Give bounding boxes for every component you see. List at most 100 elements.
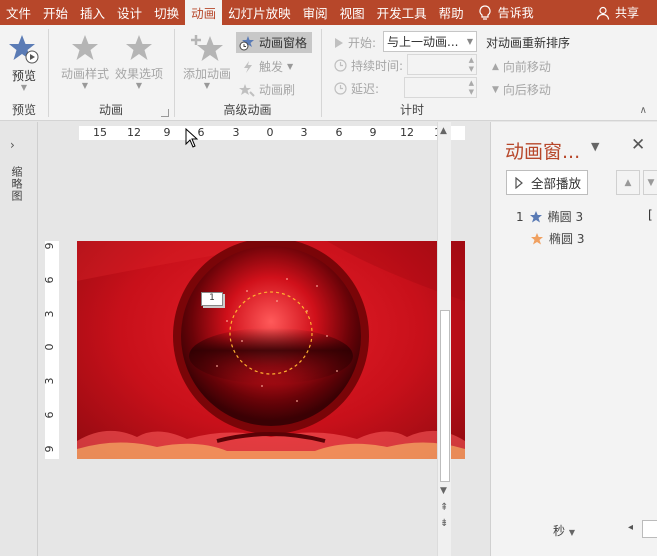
preview-button[interactable]: 预览 ▼ <box>6 33 42 92</box>
delay-field[interactable]: ▲ ▼ <box>404 77 477 98</box>
star-icon <box>531 232 543 244</box>
animation-list-item[interactable]: 1 椭圆 3 <box>516 208 583 225</box>
scroll-thumb[interactable] <box>440 310 450 482</box>
ruler-tick: 6 <box>43 276 56 284</box>
group-label-timing: 计时 <box>399 103 424 117</box>
play-icon <box>335 37 343 48</box>
menu-tab-bar: 文件 开始 插入 设计 切换 动画 幻灯片放映 审阅 视图 开发工具 帮助 告诉… <box>0 0 657 25</box>
ruler-tick: 9 <box>43 242 56 250</box>
play-all-label: 全部播放 <box>531 176 582 191</box>
effect-options-label: 效果选项 <box>115 67 164 81</box>
delay-label: 延迟: <box>334 80 379 97</box>
scroll-up-icon[interactable]: ▲ <box>440 126 447 136</box>
tab-slideshow[interactable]: 幻灯片放映 <box>222 0 297 25</box>
trigger-label: 触发 <box>259 60 284 74</box>
add-animation-button[interactable]: 添加动画 ▼ <box>183 33 231 90</box>
close-icon[interactable]: ✕ <box>631 135 645 155</box>
tab-design[interactable]: 设计 <box>111 0 148 25</box>
scroll-down-icon[interactable]: ▼ <box>440 486 447 496</box>
ruler-tick: 3 <box>43 377 56 385</box>
next-slide-icon[interactable]: ⇟ <box>440 518 448 529</box>
spinner-icon: ▲ ▼ <box>468 79 474 96</box>
collapse-ribbon-icon[interactable]: ∧ <box>640 105 647 116</box>
tab-developer[interactable]: 开发工具 <box>371 0 433 25</box>
preview-label: 预览 <box>11 69 36 83</box>
timeline-scrollbar[interactable] <box>642 520 657 538</box>
slide-artwork <box>77 241 465 459</box>
triangle-up-icon: ▲ <box>492 61 499 72</box>
start-select[interactable]: 与上一动画... ▼ <box>383 31 477 52</box>
tab-help[interactable]: 帮助 <box>433 0 470 25</box>
clock-icon <box>334 59 347 72</box>
star-icon <box>529 210 542 222</box>
ruler-tick: 12 <box>127 126 141 139</box>
thumbnail-pane-collapsed: › 缩略图 <box>0 122 38 556</box>
animation-pane: 动画窗... ▼ ✕ 全部播放 ▲ ▼ 1 椭圆 3 [ 椭圆 3 秒 ▼ ◂ <box>490 122 657 556</box>
tell-me-label: 告诉我 <box>497 6 534 20</box>
ruler-tick: 3 <box>232 126 240 139</box>
tab-home[interactable]: 开始 <box>37 0 74 25</box>
move-later-button[interactable]: ▼ 向后移动 <box>492 81 551 98</box>
animation-list-item[interactable]: 椭圆 3 <box>525 230 584 247</box>
animation-pane-footer: 秒 ▼ ◂ <box>491 520 657 540</box>
ribbon: 预览 ▼ 预览 动画样式 ▼ 效果选项 ▼ 动画 添加动画 ▼ 动画窗格 触发 … <box>0 25 657 121</box>
chevron-down-icon: ▼ <box>81 81 89 90</box>
thumbnail-label[interactable]: 缩略图 <box>8 166 24 202</box>
move-earlier-label: 向前移动 <box>502 60 551 74</box>
previous-slide-icon[interactable]: ⇞ <box>440 502 448 513</box>
add-animation-label: 添加动画 <box>183 67 232 81</box>
chevron-down-icon: ▼ <box>135 81 143 90</box>
tab-insert[interactable]: 插入 <box>74 0 111 25</box>
clock-icon <box>334 82 347 95</box>
vertical-ruler: 9 6 3 0 3 6 9 <box>43 241 59 459</box>
chevron-down-icon: ▼ <box>287 61 294 71</box>
seconds-unit-label: 秒 <box>553 524 566 538</box>
move-down-button[interactable]: ▼ <box>643 170 657 195</box>
group-label-preview: 预览 <box>11 103 36 117</box>
tab-transitions[interactable]: 切换 <box>148 0 185 25</box>
ruler-tick: 9 <box>369 126 377 139</box>
share-button[interactable]: 共享 <box>596 0 639 25</box>
animation-styles-button[interactable]: 动画样式 ▼ <box>61 33 109 90</box>
ribbon-group-animation: 动画样式 ▼ 效果选项 ▼ 动画 <box>49 25 173 121</box>
seconds-unit-select[interactable]: 秒 ▼ <box>553 522 575 539</box>
star-brush-icon <box>239 83 255 97</box>
play-all-button[interactable]: 全部播放 <box>506 170 588 195</box>
triangle-down-icon: ▼ <box>492 84 499 95</box>
dialog-launcher-icon[interactable] <box>161 109 169 117</box>
ruler-tick: 3 <box>300 126 308 139</box>
scroll-left-icon[interactable]: ◂ <box>628 522 633 533</box>
ruler-tick: 0 <box>266 126 274 139</box>
timeline-bar-marker: [ <box>648 208 653 222</box>
tab-file[interactable]: 文件 <box>0 0 37 25</box>
expand-chevron-icon[interactable]: › <box>10 138 15 152</box>
delay-label-text: 延迟: <box>351 82 380 96</box>
effect-options-button[interactable]: 效果选项 ▼ <box>115 33 163 90</box>
move-earlier-button[interactable]: ▲ 向前移动 <box>492 58 551 75</box>
animation-painter-button[interactable]: 动画刷 <box>239 81 295 98</box>
vertical-scrollbar[interactable]: ▲ ▼ ⇞ ⇟ <box>437 122 451 556</box>
animation-sequence-tag[interactable]: 1 <box>201 292 223 306</box>
animation-pane-title: 动画窗... <box>505 141 581 163</box>
ruler-tick: 6 <box>335 126 343 139</box>
pane-options-chevron-icon[interactable]: ▼ <box>591 140 599 153</box>
ruler-tick: 9 <box>43 445 56 453</box>
share-label: 共享 <box>614 6 639 20</box>
slide-canvas[interactable]: 1 <box>77 241 465 459</box>
star-icon <box>72 35 98 60</box>
ruler-tick: 0 <box>43 343 56 351</box>
chevron-down-icon: ▼ <box>568 528 575 537</box>
duration-field[interactable]: ▲ ▼ <box>407 54 477 75</box>
ribbon-group-timing: 开始: 与上一动画... ▼ 持续时间: ▲ ▼ 延迟: ▲ ▼ 对动画重新排序 ▲… <box>322 25 657 121</box>
tab-review[interactable]: 审阅 <box>297 0 334 25</box>
horizontal-ruler: 15 12 9 6 3 0 3 6 9 12 15 <box>79 126 465 140</box>
start-select-value: 与上一动画... <box>387 35 459 49</box>
tell-me-search[interactable]: 告诉我 <box>478 0 534 25</box>
animation-painter-label: 动画刷 <box>259 83 296 97</box>
move-up-button[interactable]: ▲ <box>616 170 640 195</box>
cursor-icon <box>185 128 199 148</box>
tab-view[interactable]: 视图 <box>334 0 371 25</box>
animation-pane-button[interactable]: 动画窗格 <box>236 32 313 53</box>
trigger-button[interactable]: 触发 ▼ <box>241 58 293 75</box>
tab-animations[interactable]: 动画 <box>185 0 223 25</box>
